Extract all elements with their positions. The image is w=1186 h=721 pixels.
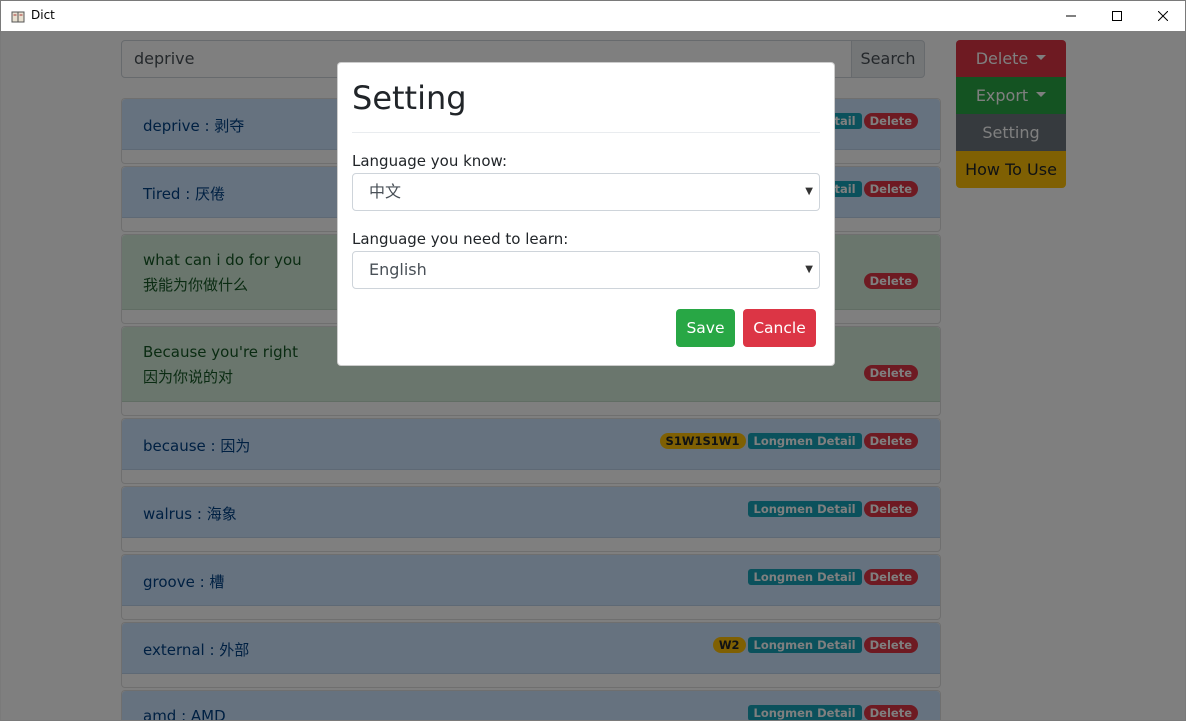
maximize-button[interactable] xyxy=(1094,1,1140,31)
close-icon xyxy=(1158,11,1168,21)
know-language-select[interactable]: 中文 ▼ xyxy=(352,173,820,211)
maximize-icon xyxy=(1112,11,1122,21)
know-language-label: Language you know: xyxy=(352,152,507,170)
main-content: deprive Search Delete Export Setting How… xyxy=(1,31,1185,720)
cancel-button[interactable]: Cancle xyxy=(743,309,816,347)
window-title: Dict xyxy=(31,8,55,22)
learn-language-label: Language you need to learn: xyxy=(352,230,569,248)
save-button[interactable]: Save xyxy=(676,309,735,347)
dropdown-arrow-icon: ▼ xyxy=(805,186,813,197)
setting-modal: Setting Language you know: 中文 ▼ Language… xyxy=(337,62,835,366)
minimize-button[interactable] xyxy=(1048,1,1094,31)
dropdown-arrow-icon: ▼ xyxy=(805,264,813,275)
modal-title: Setting xyxy=(352,79,467,117)
close-button[interactable] xyxy=(1140,1,1185,31)
book-icon xyxy=(11,9,25,23)
learn-language-value: English xyxy=(369,260,427,279)
know-language-value: 中文 xyxy=(369,182,402,201)
title-bar: Dict xyxy=(1,1,1185,31)
minimize-icon xyxy=(1066,15,1076,17)
modal-divider xyxy=(352,132,820,133)
learn-language-select[interactable]: English ▼ xyxy=(352,251,820,289)
app-window: Dict deprive Search Delete Export Settin… xyxy=(0,0,1186,721)
